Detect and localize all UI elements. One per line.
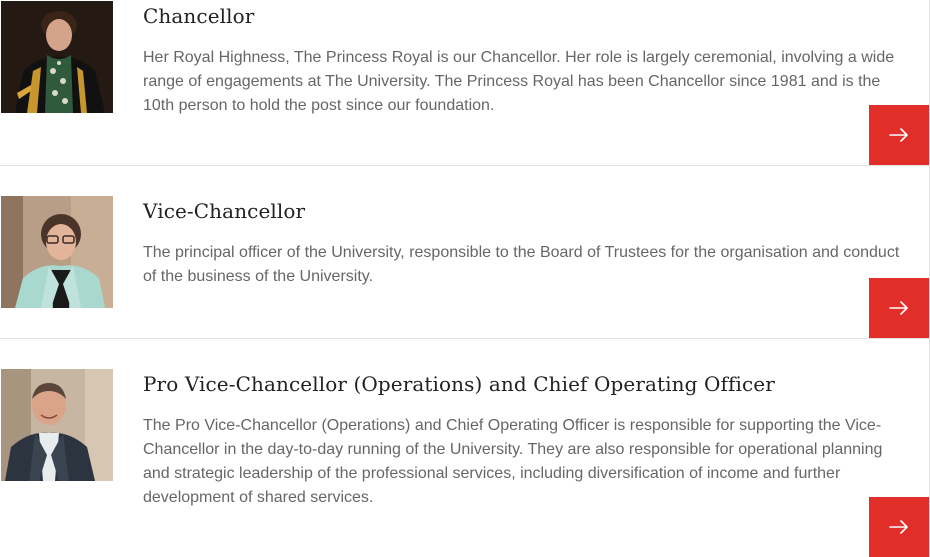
role-title-chancellor: Chancellor [143, 4, 255, 28]
vice-chancellor-more-button[interactable] [869, 278, 929, 338]
role-description-vice-chancellor: The principal officer of the University,… [143, 244, 900, 285]
role-card-vice-chancellor: Vice-Chancellor The principal officer of… [0, 166, 930, 339]
chancellor-photo [1, 1, 113, 113]
role-description-pro-vice-chancellor: The Pro Vice-Chancellor (Operations) and… [143, 417, 883, 506]
arrow-right-icon [889, 128, 908, 142]
chancellor-more-button[interactable] [869, 105, 929, 165]
arrow-right-icon [889, 301, 908, 315]
role-card-chancellor: Chancellor Her Royal Highness, The Princ… [0, 0, 930, 166]
pro-vice-chancellor-more-button[interactable] [869, 497, 929, 557]
role-title-pro-vice-chancellor: Pro Vice-Chancellor (Operations) and Chi… [143, 372, 775, 396]
role-card-pro-vice-chancellor: Pro Vice-Chancellor (Operations) and Chi… [0, 339, 930, 557]
pro-vice-chancellor-photo [1, 369, 113, 481]
role-description-chancellor: Her Royal Highness, The Princess Royal i… [143, 49, 895, 114]
arrow-right-icon [889, 520, 908, 534]
role-title-vice-chancellor: Vice-Chancellor [143, 199, 306, 223]
vice-chancellor-photo [1, 196, 113, 308]
